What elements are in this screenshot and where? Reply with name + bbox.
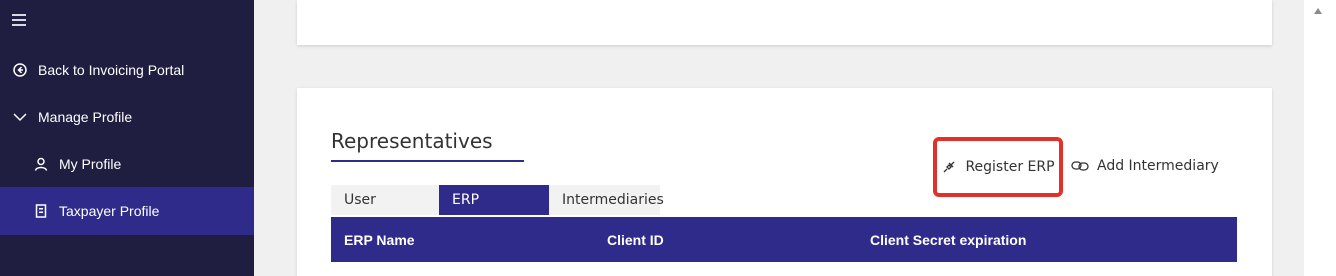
hamburger-menu-icon[interactable] (12, 14, 26, 26)
building-icon (33, 203, 49, 219)
representatives-card: Representatives Register ERP Add Interme… (297, 88, 1272, 276)
chevron-down-icon (12, 109, 28, 125)
scroll-up-arrow-icon[interactable] (1314, 8, 1322, 14)
main-content: Representatives Register ERP Add Interme… (254, 0, 1304, 276)
sidebar-item-my-profile[interactable]: My Profile (0, 140, 254, 188)
person-icon (33, 156, 49, 172)
add-intermediary-label: Add Intermediary (1097, 158, 1219, 174)
representatives-tabs: User ERP Intermediaries (331, 185, 664, 215)
section-title: Representatives (331, 129, 493, 153)
erp-table-header: ERP Name Client ID Client Secret expirat… (331, 217, 1237, 262)
tab-erp[interactable]: ERP (439, 185, 549, 215)
column-header-client-secret-expiration[interactable]: Client Secret expiration (870, 217, 1026, 262)
sidebar-item-label: Taxpayer Profile (59, 203, 160, 219)
column-header-erp-name[interactable]: ERP Name (344, 217, 415, 262)
sidebar-item-back-to-invoicing-portal[interactable]: Back to Invoicing Portal (0, 46, 254, 94)
sidebar: Back to Invoicing Portal Manage Profile … (0, 0, 254, 276)
section-title-underline (331, 160, 524, 162)
sidebar-item-label: Back to Invoicing Portal (38, 62, 185, 78)
link-icon (1071, 160, 1089, 172)
tab-intermediaries[interactable]: Intermediaries (549, 185, 664, 215)
sidebar-item-label: Manage Profile (38, 109, 133, 125)
plug-icon (941, 159, 957, 175)
register-erp-button[interactable]: Register ERP (933, 137, 1063, 197)
arrow-left-circle-icon (12, 62, 28, 78)
sidebar-item-label: My Profile (59, 156, 122, 172)
vertical-scrollbar[interactable] (1304, 0, 1336, 276)
top-card (297, 0, 1272, 45)
column-header-client-id[interactable]: Client ID (607, 217, 664, 262)
add-intermediary-button[interactable]: Add Intermediary (1071, 156, 1219, 176)
sidebar-item-manage-profile[interactable]: Manage Profile (0, 93, 254, 141)
tab-user[interactable]: User (331, 185, 439, 215)
register-erp-label: Register ERP (965, 159, 1055, 175)
sidebar-item-taxpayer-profile[interactable]: Taxpayer Profile (0, 187, 254, 235)
